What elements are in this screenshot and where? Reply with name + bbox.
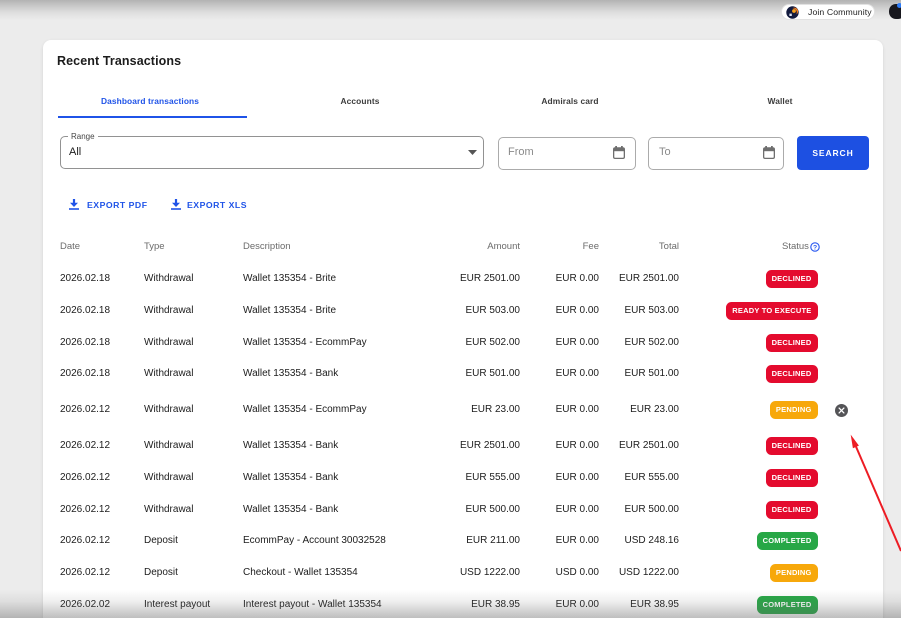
svg-text:?: ?: [813, 244, 817, 251]
